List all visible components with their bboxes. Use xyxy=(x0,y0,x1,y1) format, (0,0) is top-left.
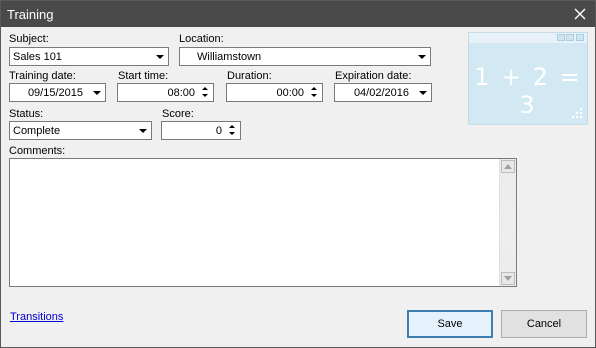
duration-value: 00:00 xyxy=(276,87,304,99)
start-time-label: Start time: xyxy=(118,70,169,82)
spin-up-icon[interactable] xyxy=(229,125,235,128)
close-icon xyxy=(576,34,584,41)
dialog-body: Subject: Sales 101 Location: Williamstow… xyxy=(1,27,595,347)
preview-window-bar xyxy=(469,33,587,43)
start-time-value: 08:00 xyxy=(167,87,195,99)
duration-spinner[interactable] xyxy=(308,84,322,101)
training-date-picker[interactable]: 09/15/2015 xyxy=(9,83,106,102)
save-button[interactable]: Save xyxy=(407,310,493,338)
expiration-date-value: 04/02/2016 xyxy=(353,87,409,99)
subject-dropdown[interactable]: Sales 101 xyxy=(9,47,169,66)
start-time-input[interactable]: 08:00 xyxy=(117,83,214,102)
score-value: 0 xyxy=(215,125,222,137)
training-date-value: 09/15/2015 xyxy=(27,87,83,99)
duration-label: Duration: xyxy=(227,70,272,82)
transitions-link[interactable]: Transitions xyxy=(10,311,63,323)
subject-label: Subject: xyxy=(9,33,49,45)
score-input[interactable]: 0 xyxy=(161,121,241,140)
scroll-down-button[interactable] xyxy=(501,272,515,285)
comments-textarea[interactable] xyxy=(9,158,517,287)
preview-image: 1 + 2 = 3 xyxy=(468,32,588,125)
close-icon xyxy=(574,8,586,20)
location-dropdown[interactable]: Williamstown xyxy=(179,47,431,66)
chevron-down-icon xyxy=(134,122,151,139)
window-title: Training xyxy=(7,7,54,22)
chevron-down-icon xyxy=(151,48,168,65)
status-dropdown[interactable]: Complete xyxy=(9,121,152,140)
spin-up-icon[interactable] xyxy=(311,87,317,90)
start-time-spinner[interactable] xyxy=(199,84,213,101)
cancel-button[interactable]: Cancel xyxy=(501,310,587,338)
scroll-up-icon xyxy=(504,164,512,169)
subject-value: Sales 101 xyxy=(13,51,62,63)
comments-label: Comments: xyxy=(9,145,66,157)
score-label: Score: xyxy=(162,108,194,120)
spin-down-icon[interactable] xyxy=(311,94,317,97)
scroll-down-icon xyxy=(504,276,512,281)
duration-input[interactable]: 00:00 xyxy=(226,83,323,102)
title-bar: Training xyxy=(1,1,595,27)
spin-up-icon[interactable] xyxy=(202,87,208,90)
expiration-date-picker[interactable]: 04/02/2016 xyxy=(334,83,432,102)
score-spinner[interactable] xyxy=(226,122,240,139)
chevron-down-icon xyxy=(88,84,105,101)
spin-down-icon[interactable] xyxy=(202,94,208,97)
minimize-icon xyxy=(557,34,565,41)
maximize-icon xyxy=(566,34,574,41)
close-button[interactable] xyxy=(565,1,595,27)
chevron-down-icon xyxy=(414,84,431,101)
status-label: Status: xyxy=(9,108,44,120)
status-value: Complete xyxy=(13,125,61,137)
save-button-label: Save xyxy=(437,318,463,330)
resize-grip-icon xyxy=(571,108,583,120)
training-date-label: Training date: xyxy=(9,70,76,82)
comments-scrollbar[interactable] xyxy=(499,159,516,286)
chevron-down-icon xyxy=(413,48,430,65)
spin-down-icon[interactable] xyxy=(229,132,235,135)
training-dialog: Training Subject: Sales 101 Location: Wi… xyxy=(0,0,596,348)
location-label: Location: xyxy=(179,33,224,45)
scroll-up-button[interactable] xyxy=(501,160,515,173)
location-value: Williamstown xyxy=(197,51,262,63)
expiration-date-label: Expiration date: xyxy=(335,70,412,82)
preview-equation: 1 + 2 = 3 xyxy=(474,63,582,119)
cancel-button-label: Cancel xyxy=(526,318,562,330)
